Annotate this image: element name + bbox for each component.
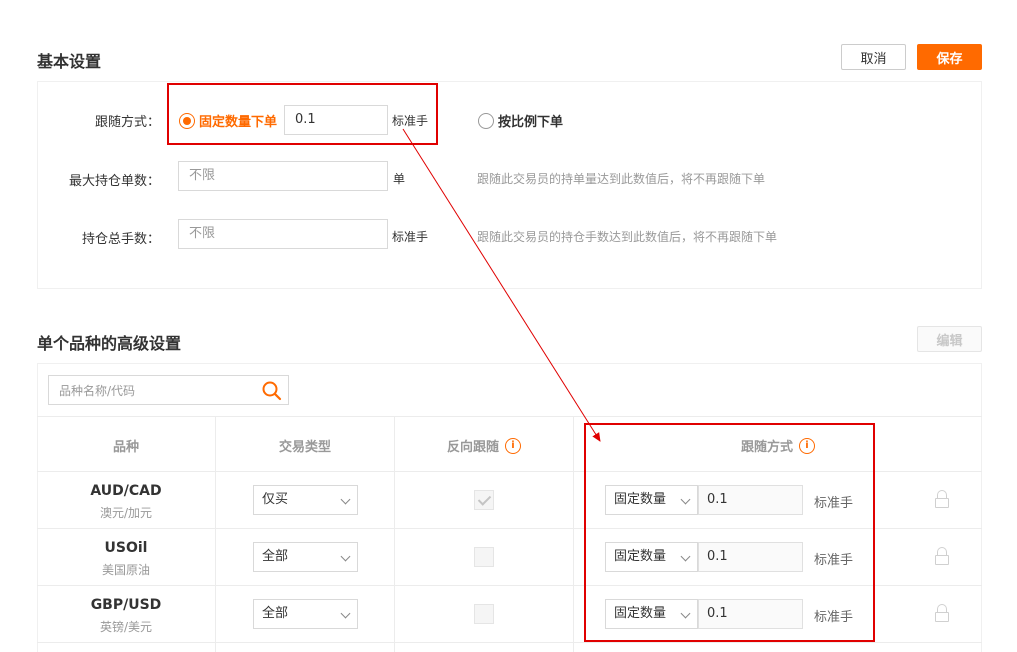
annotation-arrow — [402, 128, 601, 442]
